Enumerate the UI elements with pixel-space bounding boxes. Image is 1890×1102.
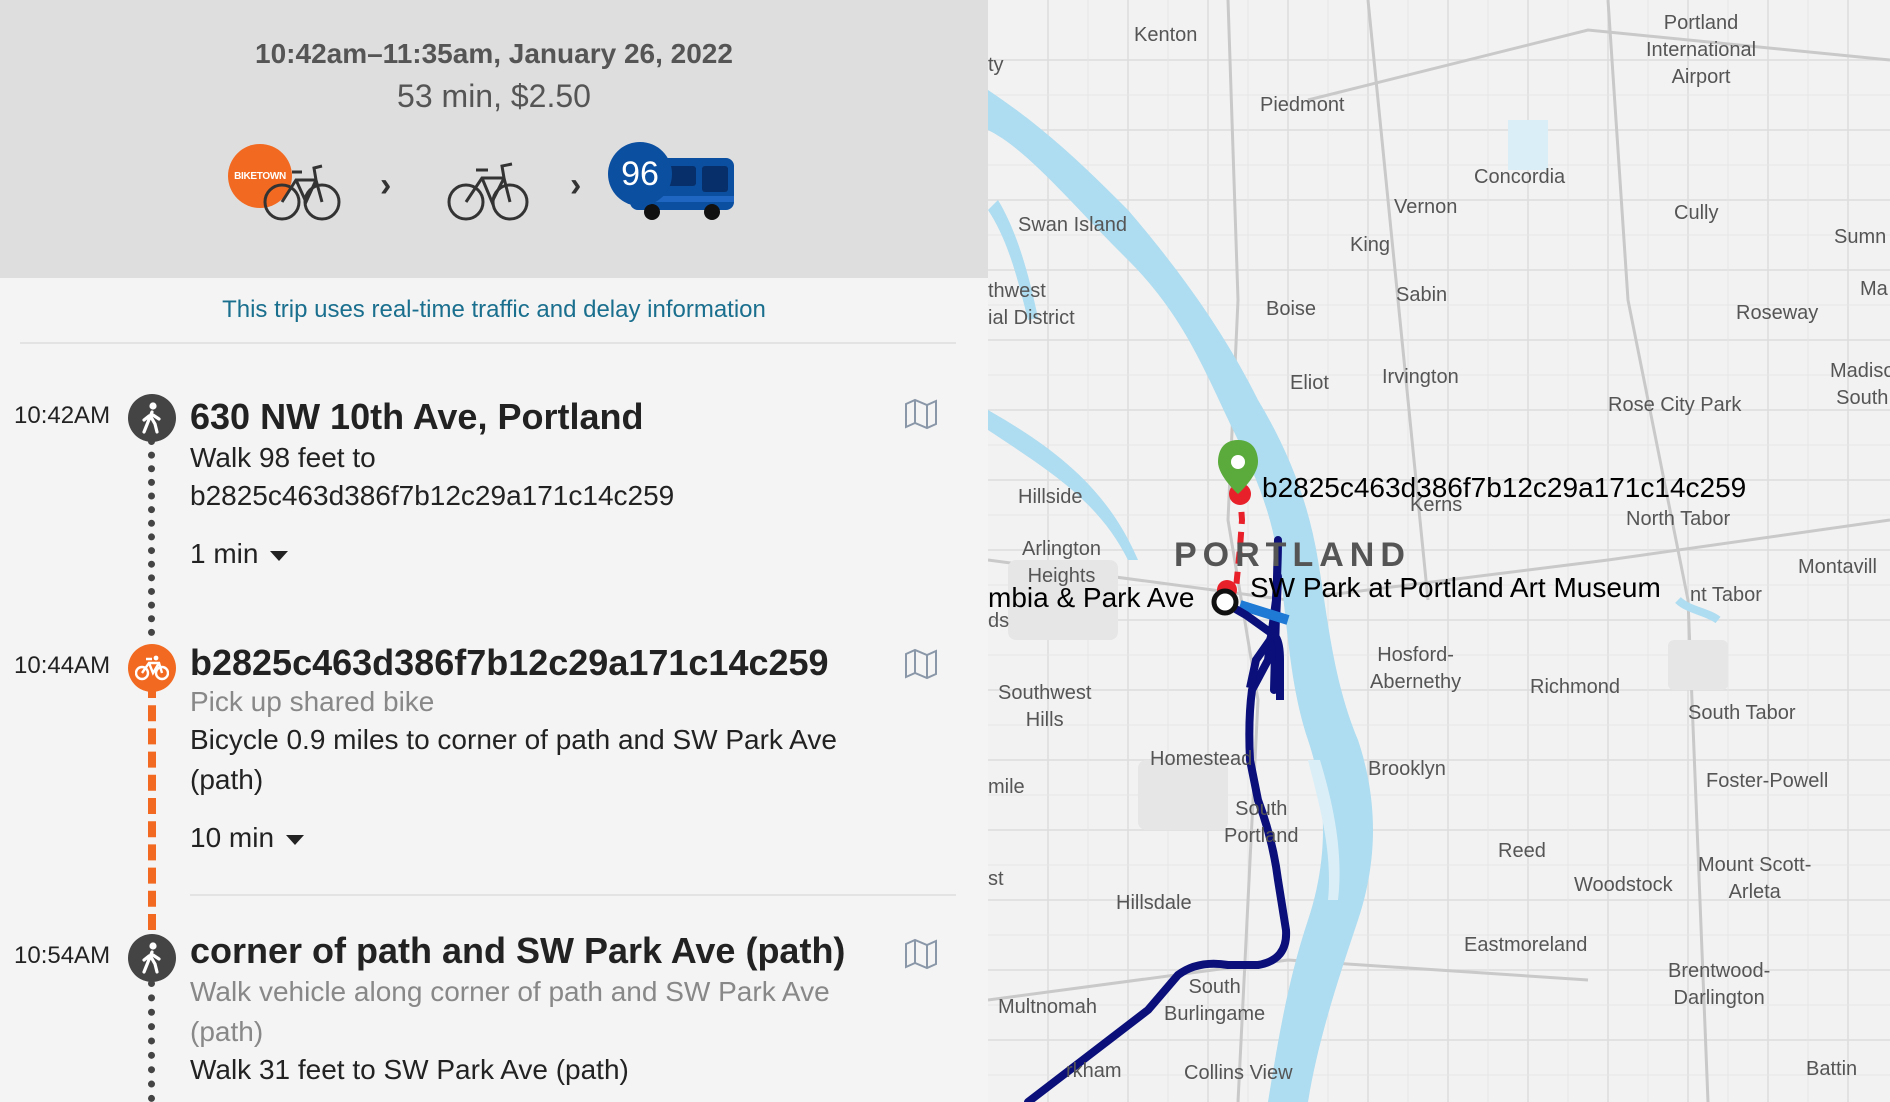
map-view[interactable]: Kenton Portland International Airport Pi… bbox=[988, 0, 1890, 1102]
place-label: Piedmont bbox=[1260, 94, 1345, 116]
place-label: Homestead bbox=[1150, 748, 1253, 770]
bicycle-icon bbox=[447, 162, 529, 221]
place-label: North Tabor bbox=[1626, 508, 1731, 530]
divider bbox=[190, 894, 956, 896]
walk-icon bbox=[128, 934, 176, 982]
trip-duration-fare: 53 min, $2.50 bbox=[397, 78, 591, 114]
place-label: ty bbox=[988, 54, 1004, 76]
map-icon[interactable] bbox=[904, 398, 938, 430]
step-instruction: Bicycle 0.9 miles to corner of path and … bbox=[190, 724, 837, 755]
place-label: South Burlingame bbox=[1164, 976, 1266, 1025]
place-label: Boise bbox=[1266, 298, 1317, 320]
place-label: nt Tabor bbox=[1690, 584, 1762, 606]
map-icon[interactable] bbox=[904, 648, 938, 680]
place-label: Sabin bbox=[1396, 284, 1448, 306]
place-label: Woodstock bbox=[1574, 874, 1673, 896]
caret-down-icon bbox=[270, 550, 289, 561]
walk-leg-line bbox=[148, 438, 156, 636]
place-label: Irvington bbox=[1382, 366, 1459, 388]
walk-leg-line bbox=[148, 980, 156, 1102]
place-label: Mount Scott- Arleta bbox=[1698, 854, 1812, 903]
route-96-badge: 96 bbox=[608, 142, 672, 206]
city-label: PORTLAND bbox=[1174, 536, 1411, 574]
place-label: rkham bbox=[1066, 1060, 1122, 1082]
place-label: Brentwood- Darlington bbox=[1668, 960, 1771, 1009]
place-label: Foster-Powell bbox=[1706, 770, 1829, 792]
place-label: Richmond bbox=[1530, 676, 1621, 698]
place-label: South Portland bbox=[1224, 798, 1299, 847]
place-label: Sumn bbox=[1834, 226, 1887, 248]
place-label: Southwest Hills bbox=[998, 682, 1092, 731]
walk-icon bbox=[128, 394, 176, 442]
bike-icon bbox=[128, 644, 176, 692]
step-duration: 1 min bbox=[190, 538, 259, 569]
step-instruction: Walk 31 feet to SW Park Ave (path) bbox=[190, 1054, 629, 1085]
transit-stop-label: SW Park at Portland Art Museum bbox=[1250, 572, 1661, 603]
itinerary-panel: 10:42am–11:35am, January 26, 2022 53 min… bbox=[0, 0, 988, 1102]
place-label: Battin bbox=[1806, 1058, 1858, 1080]
chevron-right-icon: › bbox=[570, 166, 582, 204]
step-instruction: Walk 98 feet to bbox=[190, 442, 376, 473]
step-title: b2825c463d386f7b12c29a171c14c259 bbox=[190, 642, 829, 683]
bike-leg-line bbox=[148, 682, 156, 930]
step-title: corner of path and SW Park Ave (path) bbox=[190, 930, 846, 971]
place-label: Ma bbox=[1860, 278, 1888, 300]
step-instruction: b2825c463d386f7b12c29a171c14c259 bbox=[190, 480, 675, 511]
place-label: Hillside bbox=[1018, 486, 1083, 508]
place-label: Swan Island bbox=[1018, 214, 1127, 236]
place-label: Montavill bbox=[1798, 556, 1877, 578]
place-label: Hillsdale bbox=[1116, 892, 1192, 914]
place-label: South Tabor bbox=[1688, 702, 1796, 724]
biketown-bike-icon bbox=[263, 164, 341, 221]
map-basemap bbox=[988, 0, 1890, 1102]
trip-summary: 10:42am–11:35am, January 26, 2022 53 min… bbox=[0, 0, 988, 278]
place-label: mile bbox=[988, 776, 1025, 798]
realtime-notice: This trip uses real-time traffic and del… bbox=[222, 296, 766, 323]
step-subtitle: Walk vehicle along corner of path and SW… bbox=[190, 976, 830, 1007]
place-label: Collins View bbox=[1184, 1062, 1293, 1084]
mode-strip: BIKETOWN › › 96 bbox=[0, 138, 988, 238]
place-label: Madiso South bbox=[1830, 360, 1890, 409]
step-subtitle: Pick up shared bike bbox=[190, 686, 435, 717]
map-icon[interactable] bbox=[904, 938, 938, 970]
step-time: 10:54AM bbox=[14, 942, 111, 969]
step-duration: 10 min bbox=[190, 822, 275, 853]
place-label: Portland International Airport bbox=[1646, 12, 1757, 88]
place-label: Brooklyn bbox=[1368, 758, 1446, 780]
place-label: Hosford- Abernethy bbox=[1370, 644, 1462, 693]
place-label: Eliot bbox=[1290, 372, 1329, 394]
step-time: 10:42AM bbox=[14, 402, 111, 429]
place-label: King bbox=[1350, 234, 1391, 256]
place-label: Multnomah bbox=[998, 996, 1097, 1018]
transit-stop-marker[interactable] bbox=[1211, 588, 1239, 616]
step-duration-toggle[interactable]: 10 min bbox=[190, 822, 305, 854]
place-label: Kenton bbox=[1134, 24, 1198, 46]
chevron-right-icon: › bbox=[380, 166, 392, 204]
place-label: Concordia bbox=[1474, 166, 1566, 188]
step-instruction: (path) bbox=[190, 764, 264, 795]
step-subtitle: (path) bbox=[190, 1016, 264, 1047]
place-label: Vernon bbox=[1394, 196, 1458, 218]
place-label: Cully bbox=[1674, 202, 1719, 224]
stop-label-columbia: mbia & Park Ave bbox=[988, 582, 1195, 613]
place-label: thwest ial District bbox=[988, 280, 1075, 329]
place-label: st bbox=[988, 868, 1004, 890]
step-title: 630 NW 10th Ave, Portland bbox=[190, 396, 644, 437]
place-label: Rose City Park bbox=[1608, 394, 1742, 416]
trip-times: 10:42am–11:35am, January 26, 2022 bbox=[255, 38, 733, 69]
step-time: 10:44AM bbox=[14, 652, 111, 679]
step-duration-toggle[interactable]: 1 min bbox=[190, 538, 289, 570]
divider bbox=[20, 342, 956, 344]
caret-down-icon bbox=[286, 834, 305, 845]
bike-station-label: b2825c463d386f7b12c29a171c14c259 bbox=[1262, 472, 1747, 503]
place-label: Roseway bbox=[1736, 302, 1819, 324]
place-label: Eastmoreland bbox=[1464, 934, 1588, 956]
place-label: Reed bbox=[1498, 840, 1546, 862]
